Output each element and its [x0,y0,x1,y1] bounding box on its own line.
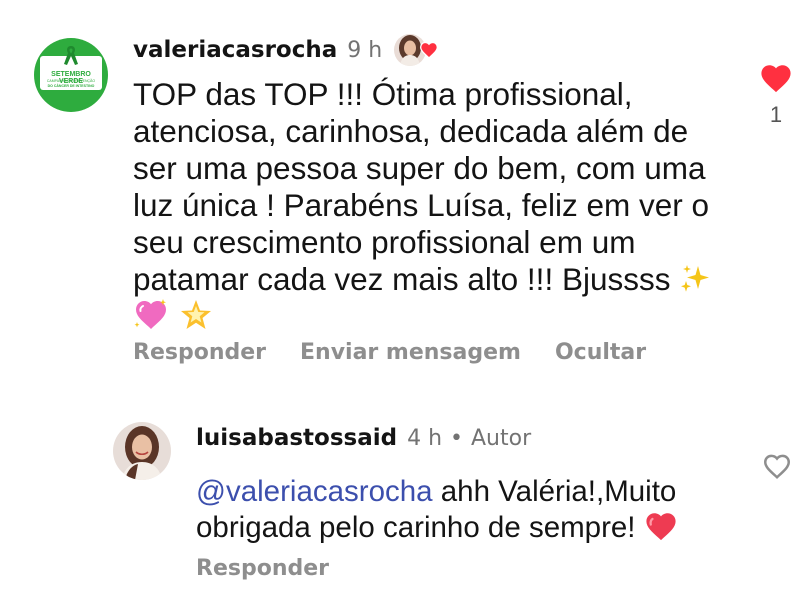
glowing-star-icon [180,300,211,329]
reply-button[interactable]: Responder [133,340,266,365]
reply-button[interactable]: Responder [196,556,329,581]
send-message-button[interactable]: Enviar mensagem [300,340,521,365]
avatar[interactable] [113,422,171,480]
mention-link[interactable]: @valeriacasrocha [196,475,433,508]
comment-actions: Responder Enviar mensagem Ocultar [133,340,646,365]
comment-timestamp: 9 h [347,37,383,63]
sparkles-icon [681,265,710,292]
reply-username[interactable]: luisabastossaid [196,425,397,451]
green-ribbon-icon [64,46,78,65]
author-badge: Autor [471,425,532,451]
comment-username[interactable]: valeriacasrocha [133,37,337,63]
like-count: 1 [769,102,783,127]
like-column: 1 [756,62,796,128]
comment-item: SETEMBRO VERDE CAMPANHA DE PREVENÇÃO DO … [0,0,800,390]
reply-timestamp: 4 h [407,425,443,451]
heart-outline-icon[interactable] [762,452,792,480]
reply-header: luisabastossaid 4 h • Autor [196,420,531,456]
reply-text: @valeriacasrocha ahh Valéria!,Muito obri… [196,474,736,546]
sparkling-heart-icon [134,299,166,329]
avatar-org-line2: DO CÂNCER DE INTESTINO [47,84,95,88]
comment-header: valeriacasrocha 9 h [133,30,440,70]
avatar-org-line1: CAMPANHA DE PREVENÇÃO [46,79,96,83]
heart-filled-icon[interactable] [759,62,793,94]
comment-body: TOP das TOP !!! Ótima profissional, aten… [133,76,710,297]
reply-actions: Responder [196,556,329,581]
liked-by-author-badge [394,34,440,66]
like-column [760,452,794,484]
avatar[interactable]: SETEMBRO VERDE CAMPANHA DE PREVENÇÃO DO … [34,38,108,112]
hide-button[interactable]: Ocultar [555,340,646,365]
red-heart-icon [646,513,676,541]
comment-text: TOP das TOP !!! Ótima profissional, aten… [133,76,733,335]
reply-item: luisabastossaid 4 h • Autor @valeriacasr… [0,400,800,600]
heart-icon [420,41,439,59]
comments-panel: SETEMBRO VERDE CAMPANHA DE PREVENÇÃO DO … [0,0,800,600]
separator-dot: • [450,425,463,451]
